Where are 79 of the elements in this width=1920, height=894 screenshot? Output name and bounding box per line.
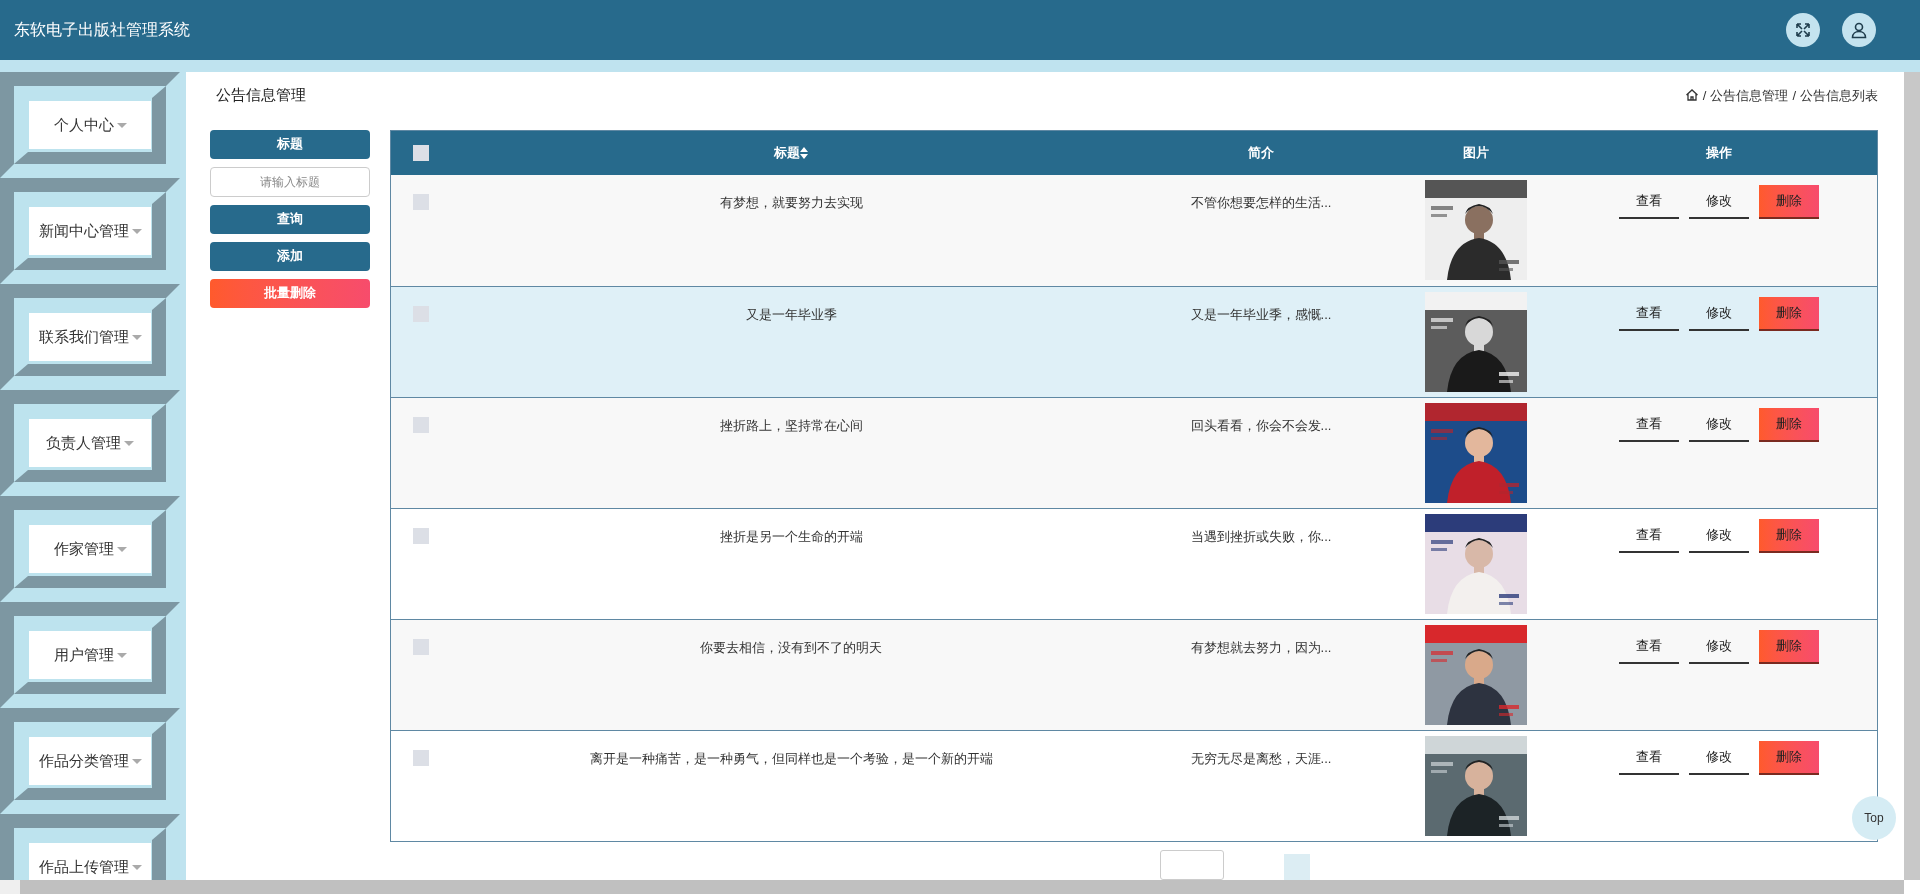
sidebar-item[interactable]: 个人中心 <box>29 101 151 149</box>
sidebar-item[interactable]: 作家管理 <box>29 525 151 573</box>
horizontal-scrollbar[interactable] <box>0 880 1904 894</box>
caret-icon <box>131 864 142 870</box>
action-button[interactable]: 删除 <box>1759 629 1819 664</box>
column-header[interactable]: 标题 <box>774 142 800 163</box>
caret-icon <box>116 652 127 658</box>
action-button[interactable]: 修改 <box>1689 740 1749 775</box>
table-cell-text: 有梦想就去努力，因为... <box>1190 638 1332 657</box>
checkbox[interactable] <box>413 527 429 544</box>
table-row[interactable]: 你要去相信，没有到不了的明天 有梦想就去努力，因为... 查看 修改 删除 <box>391 618 1877 730</box>
action-button[interactable]: 查看 <box>1619 296 1679 331</box>
caret-icon <box>116 546 127 552</box>
action-button[interactable]: 修改 <box>1689 518 1749 553</box>
table-cell-text: 挫折路上，坚持常在心间 <box>719 416 863 435</box>
caret-icon <box>116 122 127 128</box>
table-cell-text: 又是一年毕业季 <box>745 305 837 324</box>
breadcrumb-separator: / <box>1792 86 1796 105</box>
table-cell-text: 回头看看，你会不会发... <box>1190 416 1332 435</box>
action-button[interactable]: 删除 <box>1759 518 1819 553</box>
action-button[interactable]: 查看 <box>1619 407 1679 442</box>
search-label: 标题 <box>210 129 370 159</box>
sidebar-item[interactable]: 新闻中心管理 <box>29 207 151 255</box>
filter-button[interactable]: 添加 <box>210 241 370 271</box>
action-button[interactable]: 修改 <box>1689 629 1749 664</box>
vertical-scrollbar[interactable] <box>1904 72 1920 880</box>
table-cell-text: 又是一年毕业季，感慨... <box>1190 305 1332 324</box>
sort-icon[interactable] <box>800 146 808 159</box>
checkbox[interactable] <box>413 749 429 766</box>
breadcrumb-separator: / <box>1702 86 1707 105</box>
action-button[interactable]: 删除 <box>1759 740 1819 775</box>
breadcrumb-link[interactable]: 公告信息列表 <box>1800 85 1878 105</box>
action-button[interactable]: 删除 <box>1759 184 1819 219</box>
back-to-top-button[interactable]: Top <box>1852 796 1896 840</box>
checkbox[interactable] <box>413 144 429 161</box>
column-header[interactable]: 操作 <box>1706 142 1732 163</box>
action-button[interactable]: 查看 <box>1619 184 1679 219</box>
column-header[interactable]: 图片 <box>1463 142 1489 163</box>
checkbox[interactable] <box>413 416 429 433</box>
sidebar-item[interactable]: 用户管理 <box>29 631 151 679</box>
caret-icon <box>131 228 142 234</box>
breadcrumb-link[interactable]: 公告信息管理 <box>1710 85 1789 105</box>
action-button[interactable]: 修改 <box>1689 184 1749 219</box>
table-row[interactable]: 又是一年毕业季 又是一年毕业季，感慨... 查看 修改 删除 <box>391 285 1877 397</box>
action-button[interactable]: 查看 <box>1619 740 1679 775</box>
table-cell-text: 你要去相信，没有到不了的明天 <box>700 638 882 657</box>
caret-icon <box>124 440 134 446</box>
page-title: 公告信息管理 <box>216 85 306 105</box>
sidebar-item[interactable]: 作品上传管理 <box>29 843 151 880</box>
action-button[interactable]: 删除 <box>1759 296 1819 331</box>
action-button[interactable]: 修改 <box>1689 296 1749 331</box>
table-cell-text: 挫折是另一个生命的开端 <box>719 527 863 546</box>
home-icon[interactable] <box>1684 88 1699 103</box>
search-field[interactable]: 请输入标题 <box>210 166 370 197</box>
caret-icon <box>131 758 142 764</box>
fullscreen-icon[interactable] <box>1786 13 1820 47</box>
page-button[interactable] <box>1284 853 1310 880</box>
sidebar-item[interactable]: 联系我们管理 <box>29 313 151 361</box>
table-cell-text: 无穷无尽是离愁，天涯... <box>1190 749 1332 768</box>
table-row[interactable]: 挫折路上，坚持常在心间 回头看看，你会不会发... 查看 修改 删除 <box>391 396 1877 508</box>
caret-icon <box>131 334 142 340</box>
table-cell-text: 不管你想要怎样的生活... <box>1190 193 1332 212</box>
action-button[interactable]: 删除 <box>1759 407 1819 442</box>
checkbox[interactable] <box>413 193 429 210</box>
column-header[interactable]: 简介 <box>1248 142 1274 163</box>
action-button[interactable]: 查看 <box>1619 629 1679 664</box>
app-title: 东软电子出版社管理系统 <box>14 20 190 40</box>
action-button[interactable]: 查看 <box>1619 518 1679 553</box>
action-button[interactable]: 修改 <box>1689 407 1749 442</box>
user-icon[interactable] <box>1842 13 1876 47</box>
table-cell-text: 有梦想，就要努力去实现 <box>719 193 863 212</box>
checkbox[interactable] <box>413 638 429 655</box>
table-cell-text: 当遇到挫折或失败，你... <box>1190 527 1332 546</box>
sidebar-item[interactable]: 作品分类管理 <box>29 737 151 785</box>
sidebar-item[interactable]: 负责人管理 <box>29 419 151 467</box>
table-row[interactable]: 有梦想，就要努力去实现 不管你想要怎样的生活... 查看 修改 删除 <box>391 174 1877 286</box>
filter-button[interactable]: 查询 <box>210 204 370 234</box>
table-cell-text: 离开是一种痛苦，是一种勇气，但同样也是一个考验，是一个新的开端 <box>589 749 993 768</box>
page-size-select[interactable] <box>1160 849 1224 880</box>
